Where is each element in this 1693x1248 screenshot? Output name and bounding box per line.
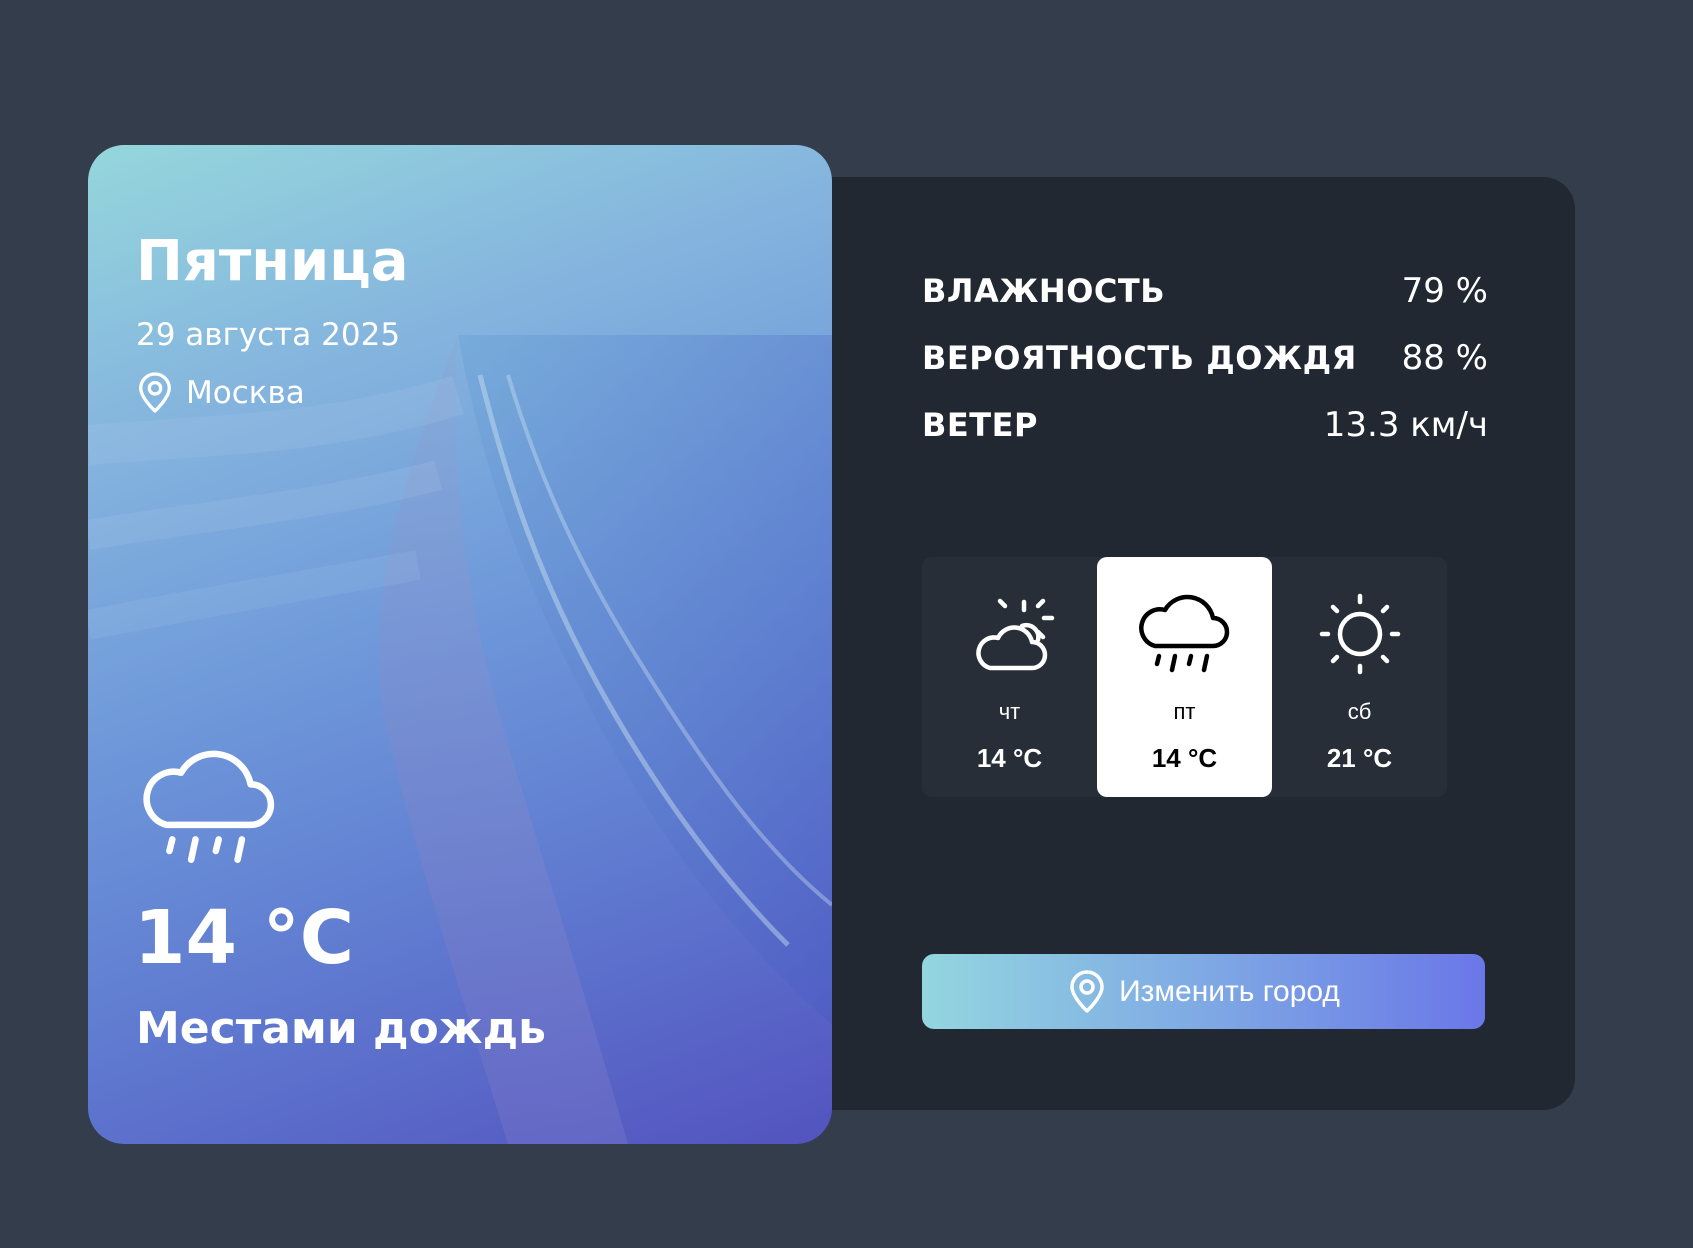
stat-rain-chance-value: 88 % <box>1401 337 1488 378</box>
stat-humidity-value: 79 % <box>1401 270 1488 311</box>
forecast-day-saturday[interactable]: сб 21 °C <box>1272 557 1447 797</box>
forecast-day-friday[interactable]: пт 14 °C <box>1097 557 1272 797</box>
stat-rain-chance-label: ВЕРОЯТНОСТЬ ДОЖДЯ <box>922 338 1357 377</box>
forecast-day-temp: 21 °C <box>1326 743 1393 773</box>
forecast-day-temp: 14 °C <box>976 743 1043 773</box>
weather-details-panel: ВЛАЖНОСТЬ 79 % ВЕРОЯТНОСТЬ ДОЖДЯ 88 % ВЕ… <box>820 177 1575 1110</box>
stat-wind-label: ВЕТЕР <box>922 405 1038 444</box>
stat-wind-value: 13.3 км/ч <box>1323 404 1488 445</box>
location-pin-icon <box>1067 969 1107 1014</box>
forecast-day-name: чт <box>998 699 1021 724</box>
stat-humidity: ВЛАЖНОСТЬ 79 % <box>922 257 1488 324</box>
stat-rain-chance: ВЕРОЯТНОСТЬ ДОЖДЯ 88 % <box>922 324 1488 391</box>
stat-humidity-label: ВЛАЖНОСТЬ <box>922 271 1166 310</box>
partly-cloudy-icon <box>955 579 1065 689</box>
sun-icon <box>1305 579 1415 689</box>
stat-wind: ВЕТЕР 13.3 км/ч <box>922 391 1488 458</box>
current-condition: Местами дождь <box>136 1003 546 1054</box>
forecast-day-name: сб <box>1347 699 1372 724</box>
rain-cloud-icon <box>132 735 288 880</box>
location-pin-icon <box>136 371 174 415</box>
current-weather-card: Пятница 29 августа 2025 Москва 14 °C Мес… <box>88 145 832 1144</box>
forecast-day-name: пт <box>1173 699 1196 724</box>
current-day-title: Пятница <box>136 229 409 294</box>
current-location: Москва <box>136 371 305 415</box>
change-city-button[interactable]: Изменить город <box>922 954 1485 1029</box>
forecast-days: чт 14 °C пт 14 °C сб 21 °C <box>922 557 1447 797</box>
current-temperature: 14 °C <box>134 895 355 981</box>
weather-stats: ВЛАЖНОСТЬ 79 % ВЕРОЯТНОСТЬ ДОЖДЯ 88 % ВЕ… <box>922 257 1488 458</box>
forecast-day-thursday[interactable]: чт 14 °C <box>922 557 1097 797</box>
rain-cloud-icon <box>1130 579 1240 689</box>
current-city: Москва <box>186 375 305 411</box>
beach-background-image <box>88 335 832 1144</box>
current-date: 29 августа 2025 <box>136 317 401 353</box>
forecast-day-temp: 14 °C <box>1151 743 1218 773</box>
change-city-label: Изменить город <box>1119 974 1340 1008</box>
